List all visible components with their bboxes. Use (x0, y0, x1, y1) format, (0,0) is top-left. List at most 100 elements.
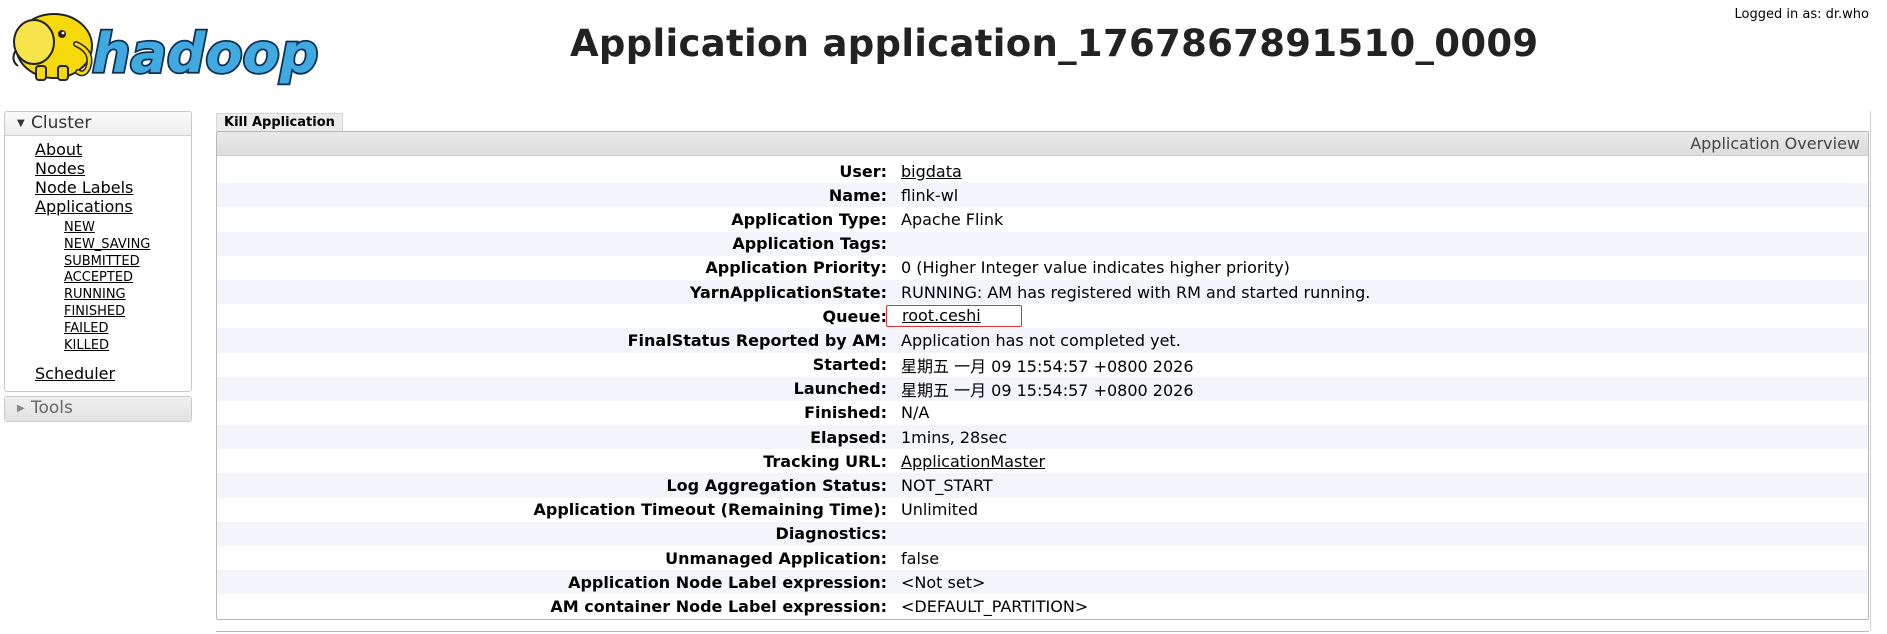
row-value (901, 521, 1868, 546)
row-value-text: RUNNING: AM has registered with RM and s… (901, 282, 1371, 302)
table-row: FinalStatus Reported by AM: Application h… (217, 328, 1868, 353)
kill-application-button[interactable]: Kill Application (216, 113, 343, 131)
row-value: Unlimited (901, 498, 1868, 522)
header: hadoop Application application_176786789… (0, 0, 1887, 100)
row-value: bigdata (901, 159, 1868, 183)
row-label: Unmanaged Application: (665, 548, 887, 568)
row-label: YarnApplicationState: (217, 279, 901, 305)
row-value: ApplicationMaster (901, 449, 1868, 473)
tools-panel: ▶ Tools (4, 396, 192, 423)
nav-applications[interactable]: Applications (35, 197, 133, 216)
table-row: Application Priority: 0 (Higher Integer v… (217, 256, 1868, 280)
sidebar: ▼ Cluster About Nodes Node Labels Applica… (4, 111, 192, 426)
cluster-label: Cluster (31, 113, 92, 133)
row-value-text: 1mins, 28sec (901, 427, 1008, 447)
hadoop-logo[interactable]: hadoop (6, 6, 336, 87)
table-row: Application Tags: (217, 231, 1868, 256)
row-label: Name: (217, 183, 901, 208)
cluster-nav: About Nodes Node Labels Applications NEW… (5, 136, 191, 391)
nav-scheduler[interactable]: Scheduler (35, 364, 115, 383)
row-value-text: 星期五 一月 09 15:54:57 +0800 2026 (901, 356, 1194, 376)
triangle-right-icon: ▶ (17, 403, 25, 415)
row-value-text: Apache Flink (901, 209, 1004, 229)
triangle-down-icon: ▼ (17, 118, 25, 129)
table-row: Diagnostics: (217, 521, 1868, 546)
table-row: Application Type: Apache Flink (217, 207, 1868, 231)
table-row: Log Aggregation Status: NOT_START (217, 473, 1868, 498)
spacer (5, 354, 191, 364)
table-row: AM container Node Label expression: <DEFA… (217, 594, 1868, 618)
row-value: RUNNING: AM has registered with RM and s… (901, 279, 1868, 305)
application-overview-panel: Application Overview User: bigdata Name: fl… (216, 131, 1869, 620)
nav-state-new[interactable]: NEW (64, 220, 95, 235)
nav-node-labels[interactable]: Node Labels (35, 178, 133, 197)
row-label: User: (839, 161, 887, 181)
row-label: Application Tags: (217, 231, 901, 256)
row-label: Elapsed: (217, 425, 901, 450)
row-label: AM container Node Label expression: (550, 596, 887, 616)
row-value-text: <DEFAULT_PARTITION> (901, 596, 1089, 616)
logged-in-user: Logged in as: dr.who (1734, 7, 1869, 22)
row-value-link[interactable]: root.ceshi (902, 306, 981, 325)
table-row: Tracking URL: ApplicationMaster (217, 449, 1868, 473)
row-value: Application has not completed yet. (901, 328, 1868, 353)
row-value: N/A (901, 401, 1868, 425)
page-title: Application application_1767867891510_00… (570, 22, 1539, 65)
cluster-panel: ▼ Cluster About Nodes Node Labels Applica… (4, 111, 192, 393)
row-label: Application Timeout (Remaining Time): (533, 500, 887, 520)
table-row: Application Node Label expression: <Not s… (217, 570, 1868, 595)
row-label: Launched: (217, 376, 901, 401)
row-value: 星期五 一月 09 15:54:57 +0800 2026 (901, 353, 1868, 377)
row-value: 0 (Higher Integer value indicates higher… (901, 256, 1868, 280)
row-label: Queue: (822, 306, 887, 326)
row-label: FinalStatus Reported by AM: (217, 328, 901, 353)
queue-highlight-box: root.ceshi (886, 305, 1022, 328)
row-value: root.ceshi (886, 304, 1868, 328)
row-value-text: flink-wl (901, 185, 959, 205)
nav-state-finished[interactable]: FINISHED (64, 304, 125, 319)
row-value (901, 231, 1868, 256)
table-row: Queue: root.ceshi (217, 304, 1868, 328)
row-value: <Not set> (901, 570, 1868, 595)
main-content: Kill Application Application Overview Us… (216, 111, 1869, 620)
row-value-text: false (901, 548, 940, 568)
row-value: Apache Flink (901, 207, 1868, 231)
nav-state-accepted[interactable]: ACCEPTED (64, 270, 133, 285)
nav-state-submitted[interactable]: SUBMITTED (64, 254, 140, 269)
row-value-link[interactable]: bigdata (901, 162, 962, 181)
table-row: Unmanaged Application: false (217, 546, 1868, 570)
nav-about[interactable]: About (35, 140, 82, 159)
application-overview-header: Application Overview (217, 132, 1868, 156)
row-label: Diagnostics: (217, 521, 901, 546)
row-value-text: 星期五 一月 09 15:54:57 +0800 2026 (901, 380, 1194, 400)
divider (216, 631, 1869, 632)
table-row: User: bigdata (217, 159, 1868, 183)
row-label: Application Node Label expression: (217, 570, 901, 595)
table-row: Launched: 星期五 一月 09 15:54:57 +0800 2026 (217, 376, 1868, 401)
row-value: flink-wl (901, 183, 1868, 208)
tools-toggle[interactable]: ▶ Tools (5, 397, 191, 422)
row-label: Started: (812, 355, 887, 375)
row-value-text: Application has not completed yet. (901, 330, 1181, 350)
nav-state-new-saving[interactable]: NEW_SAVING (64, 237, 150, 252)
divider (1870, 111, 1871, 631)
nav-state-killed[interactable]: KILLED (64, 338, 109, 353)
row-value-text: 0 (Higher Integer value indicates higher… (901, 258, 1290, 278)
row-value: 星期五 一月 09 15:54:57 +0800 2026 (901, 376, 1868, 401)
row-value: <DEFAULT_PARTITION> (901, 594, 1868, 618)
table-row: Application Timeout (Remaining Time): Unl… (217, 498, 1868, 522)
nav-state-failed[interactable]: FAILED (64, 321, 108, 336)
application-overview-table: User: bigdata Name: flink-wl Application Typ… (217, 159, 1868, 619)
row-label: Finished: (804, 403, 887, 423)
cluster-toggle[interactable]: ▼ Cluster (5, 112, 191, 136)
row-label: Application Priority: (705, 258, 887, 278)
row-value-text: Unlimited (901, 500, 979, 520)
hadoop-elephant-icon: hadoop (12, 13, 320, 87)
row-value-link[interactable]: ApplicationMaster (901, 452, 1045, 471)
table-row: Name: flink-wl (217, 183, 1868, 208)
nav-nodes[interactable]: Nodes (35, 159, 85, 178)
nav-state-running[interactable]: RUNNING (64, 287, 126, 302)
tools-label: Tools (31, 398, 73, 419)
logo-wordmark: hadoop (92, 22, 318, 85)
table-row: Finished: N/A (217, 401, 1868, 425)
